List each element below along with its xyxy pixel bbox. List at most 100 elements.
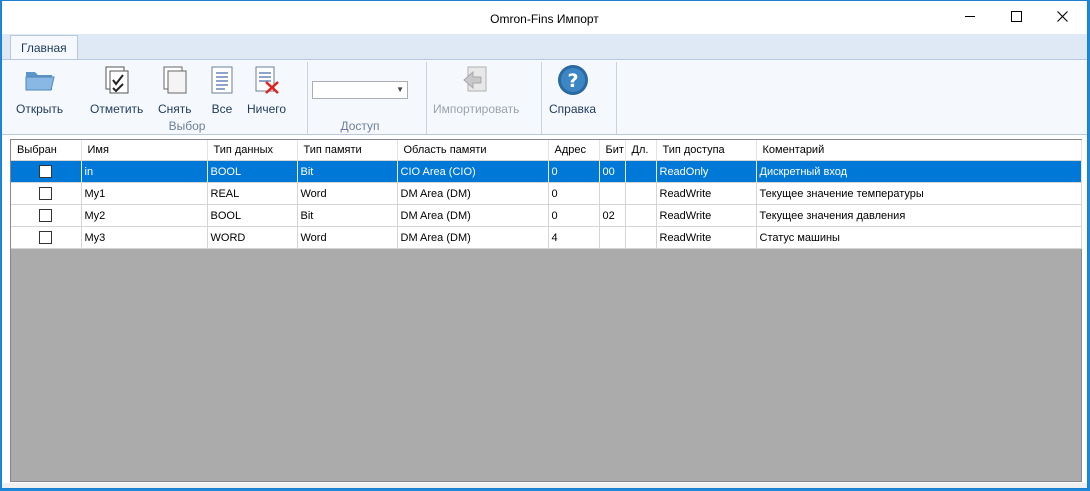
table-row[interactable]: My2 BOOL Bit DM Area (DM) 0 02 ReadWrite… — [11, 204, 1082, 227]
folder-icon — [24, 64, 56, 96]
cell-area: DM Area (DM) — [397, 226, 549, 249]
close-icon — [1056, 11, 1068, 22]
import-window: Omron-Fins Импорт Главная Открыть Отмети… — [1, 0, 1088, 489]
column-header[interactable]: Бит — [599, 140, 626, 161]
window-bottom-edge — [2, 483, 1087, 488]
table-row[interactable]: My1 REAL Word DM Area (DM) 0 ReadWrite Т… — [11, 182, 1082, 205]
svg-text:?: ? — [567, 70, 578, 92]
row-checkbox-cell[interactable] — [11, 226, 82, 249]
row-checkbox-cell[interactable] — [11, 204, 82, 227]
column-header[interactable]: Выбран — [11, 140, 82, 161]
cell-mem-type: Word — [297, 182, 398, 205]
cell-area: DM Area (DM) — [397, 182, 549, 205]
import-label: Импортировать — [433, 102, 520, 116]
cell-name: My2 — [81, 204, 208, 227]
help-button[interactable]: ? Справка — [549, 64, 596, 118]
cell-access: ReadOnly — [656, 160, 757, 183]
row-checkbox[interactable] — [39, 165, 53, 178]
column-header[interactable]: Тип доступа — [656, 140, 757, 161]
column-header[interactable]: Тип памяти — [297, 140, 398, 161]
checklist-icon — [101, 64, 133, 96]
maximize-button[interactable] — [993, 1, 1039, 32]
group-separator — [307, 62, 308, 134]
cell-bit — [599, 226, 626, 249]
table-row[interactable]: My3 WORD Word DM Area (DM) 4 ReadWrite С… — [11, 226, 1082, 249]
row-checkbox[interactable] — [39, 231, 53, 244]
column-header[interactable]: Имя — [81, 140, 208, 161]
row-checkbox-cell[interactable] — [11, 160, 82, 183]
import-button[interactable]: Импортировать — [433, 64, 519, 118]
cell-access: ReadWrite — [656, 182, 757, 205]
row-checkbox[interactable] — [39, 187, 53, 200]
cell-bit: 00 — [599, 160, 626, 183]
minimize-button[interactable] — [947, 1, 993, 32]
column-header[interactable]: Адрес — [548, 140, 600, 161]
row-checkbox-cell[interactable] — [11, 182, 82, 205]
group-separator — [541, 62, 542, 134]
cell-access: ReadWrite — [656, 226, 757, 249]
cell-comment: Текущее значение температуры — [756, 182, 1082, 205]
select-none-button[interactable]: Ничего — [247, 64, 286, 118]
access-combobox[interactable]: ▼ — [312, 81, 408, 99]
cell-comment: Дискретный вход — [756, 160, 1082, 183]
mark-label: Отметить — [90, 102, 144, 116]
select-none-label: Ничего — [247, 102, 287, 116]
uncheck-icon — [159, 64, 191, 96]
table-header-row: Выбран Имя Тип данных Тип памяти Область… — [11, 140, 1082, 161]
mark-button[interactable]: Отметить — [90, 64, 143, 118]
unmark-label: Снять — [158, 102, 192, 116]
row-checkbox[interactable] — [39, 209, 53, 222]
cell-length — [625, 226, 657, 249]
group-label-access: Доступ — [340, 119, 380, 133]
help-label: Справка — [549, 102, 597, 116]
column-header[interactable]: Область памяти — [397, 140, 549, 161]
document-icon — [206, 64, 238, 96]
import-icon — [460, 64, 492, 96]
tags-grid[interactable]: Выбран Имя Тип данных Тип памяти Область… — [10, 139, 1082, 482]
select-all-label: Все — [211, 102, 233, 116]
column-header[interactable]: Коментарий — [756, 140, 1082, 161]
help-icon: ? — [557, 64, 589, 96]
cell-length — [625, 160, 657, 183]
cell-data-type: REAL — [207, 182, 298, 205]
cell-comment: Текущее значения давления — [756, 204, 1082, 227]
cell-mem-type: Bit — [297, 204, 398, 227]
maximize-icon — [1010, 11, 1022, 22]
title-bar[interactable]: Omron-Fins Импорт — [2, 1, 1087, 34]
cell-comment: Статус машины — [756, 226, 1082, 249]
ribbon-tab-strip: Главная — [2, 34, 1087, 60]
cell-bit — [599, 182, 626, 205]
cell-name: My1 — [81, 182, 208, 205]
cell-area: CIO Area (CIO) — [397, 160, 549, 183]
cell-data-type: WORD — [207, 226, 298, 249]
column-header[interactable]: Тип данных — [207, 140, 298, 161]
cell-area: DM Area (DM) — [397, 204, 549, 227]
clear-selection-icon — [251, 64, 283, 96]
tab-home[interactable]: Главная — [10, 35, 78, 60]
cell-address: 4 — [548, 226, 600, 249]
group-label-select: Выбор — [168, 119, 206, 133]
cell-length — [625, 204, 657, 227]
window-title: Omron-Fins Импорт — [490, 12, 599, 26]
open-button[interactable]: Открыть — [16, 64, 63, 118]
cell-address: 0 — [548, 204, 600, 227]
cell-data-type: BOOL — [207, 160, 298, 183]
table-row[interactable]: in BOOL Bit CIO Area (CIO) 0 00 ReadOnly… — [11, 160, 1082, 183]
ribbon: Открыть Отметить Снять Все Ничего Выбор … — [2, 59, 1087, 135]
cell-bit: 02 — [599, 204, 626, 227]
select-all-button[interactable]: Все — [206, 64, 238, 118]
group-separator — [426, 62, 427, 134]
cell-access: ReadWrite — [656, 204, 757, 227]
open-label: Открыть — [16, 102, 64, 116]
cell-name: My3 — [81, 226, 208, 249]
unmark-button[interactable]: Снять — [158, 64, 192, 118]
cell-address: 0 — [548, 160, 600, 183]
tags-table: Выбран Имя Тип данных Тип памяти Область… — [11, 140, 1082, 249]
group-separator — [616, 62, 617, 134]
cell-mem-type: Bit — [297, 160, 398, 183]
close-button[interactable] — [1039, 1, 1085, 32]
cell-name: in — [81, 160, 208, 183]
column-header[interactable]: Дл. — [625, 140, 657, 161]
minimize-icon — [965, 16, 975, 17]
cell-length — [625, 182, 657, 205]
